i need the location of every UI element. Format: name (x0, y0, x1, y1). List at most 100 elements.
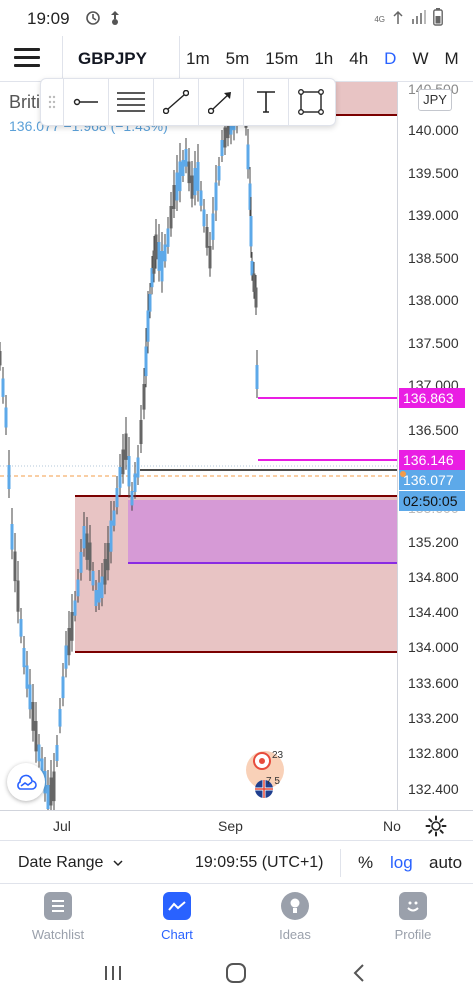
interval-1h[interactable]: 1h (314, 49, 333, 69)
candle-body (82, 526, 86, 549)
interval-w[interactable]: W (412, 49, 428, 69)
candle-body (133, 473, 137, 492)
chevron-down-icon (113, 860, 123, 867)
candle-body (112, 510, 116, 526)
candle-body (175, 172, 179, 201)
nav-label: Watchlist (31, 927, 85, 942)
price-tick: 133.200 (408, 710, 459, 726)
price-label-ray2: 136.146 (399, 450, 465, 470)
trend-line-tool[interactable] (153, 79, 198, 125)
candle-body (61, 676, 65, 699)
arrow-line-tool[interactable] (198, 79, 243, 125)
interval-m[interactable]: M (445, 49, 459, 69)
nav-ideas[interactable]: Ideas (245, 892, 345, 942)
cloud-sync-button[interactable] (7, 763, 45, 801)
home-icon (226, 963, 246, 983)
candle-body (55, 745, 59, 761)
text-tool[interactable] (243, 79, 288, 125)
fib-levels-tool[interactable] (108, 79, 153, 125)
candle-body (64, 645, 68, 669)
chart-settings-button[interactable] (425, 815, 447, 842)
battery-icon (433, 8, 443, 31)
time-tick: No (383, 818, 401, 834)
candle-body (254, 287, 258, 308)
price-tick: 132.400 (408, 781, 459, 797)
drag-handle-icon[interactable] (41, 79, 63, 125)
date-range-label: Date Range (18, 854, 104, 871)
menu-button[interactable] (14, 48, 40, 70)
chart-pane[interactable]: 23 7 5 (0, 82, 473, 810)
candle-body (121, 449, 125, 475)
order-block-zone (128, 500, 398, 563)
last-price-marker (400, 471, 406, 477)
candle-body (97, 582, 101, 603)
candle-body (73, 600, 77, 616)
timezone-clock[interactable]: 19:09:55 (UTC+1) (195, 854, 324, 872)
horizontal-ray-tool[interactable] (63, 79, 108, 125)
candle-body (16, 580, 20, 612)
candle-body (211, 213, 215, 240)
date-range-button[interactable]: Date Range (18, 854, 124, 872)
recording-icon (86, 11, 100, 30)
candle-body (136, 457, 140, 478)
sync-icon (108, 10, 122, 31)
candle-body (130, 491, 134, 506)
interval-5m[interactable]: 5m (226, 49, 250, 69)
candle-body (214, 182, 218, 211)
candle-body (34, 721, 38, 752)
log-scale-button[interactable]: log (390, 853, 413, 873)
candle-body (142, 384, 146, 410)
candle-body (181, 160, 185, 176)
interval-tabs: 1m 5m 15m 1h 4h D W M (186, 36, 473, 82)
candle-body (246, 144, 250, 170)
network-type: 4G (374, 15, 385, 24)
legend-symbol-name[interactable]: Briti (9, 92, 40, 113)
divider (340, 849, 341, 877)
interval-d[interactable]: D (384, 49, 396, 69)
interval-1m[interactable]: 1m (186, 49, 210, 69)
candle-body (178, 161, 182, 192)
back-button[interactable] (352, 963, 366, 988)
horizontal-ray-icon (73, 98, 98, 106)
rectangle-tool[interactable] (288, 79, 333, 125)
price-tick: 133.600 (408, 675, 459, 691)
candle-body (67, 628, 71, 656)
time-axis[interactable]: Jul Sep No (0, 810, 473, 840)
recent-apps-button[interactable] (103, 964, 123, 987)
candle-body (1, 378, 5, 397)
price-label-ray1: 136.863 (399, 388, 465, 408)
candle-body (103, 559, 107, 585)
time-tick: Jul (53, 818, 71, 834)
percent-scale-button[interactable]: % (358, 853, 373, 873)
candle-body (250, 261, 254, 276)
text-tool-icon (257, 91, 275, 113)
price-tick: 134.800 (408, 569, 459, 585)
nav-watchlist[interactable]: Watchlist (8, 892, 108, 942)
chart-canvas[interactable]: 23 7 5 (0, 82, 473, 810)
candle-body (70, 612, 74, 641)
candle-body (172, 185, 176, 209)
candle-body (28, 684, 32, 710)
candle-body (124, 433, 128, 460)
interval-4h[interactable]: 4h (349, 49, 368, 69)
nav-chart[interactable]: Chart (127, 892, 227, 942)
drawing-toolbar (40, 78, 336, 126)
candle-body (25, 665, 29, 689)
interval-15m[interactable]: 15m (265, 49, 298, 69)
fib-levels-icon (117, 92, 145, 112)
bar-countdown-label: 02:50:05 (399, 491, 465, 511)
system-navigation (0, 946, 473, 1000)
symbol-selector[interactable]: GBPJPY (62, 36, 180, 82)
nav-label: Chart (161, 927, 193, 942)
candle-body (127, 456, 131, 487)
nav-label: Profile (394, 927, 432, 942)
price-tick: 137.500 (408, 335, 459, 351)
price-tick: 136.500 (408, 422, 459, 438)
auto-scale-button[interactable]: auto (429, 853, 462, 873)
price-tick: 132.800 (408, 745, 459, 761)
currency-badge[interactable]: JPY (418, 89, 452, 111)
candle-body (190, 175, 194, 199)
svg-text:23: 23 (272, 750, 284, 761)
nav-profile[interactable]: Profile (363, 892, 463, 942)
home-button[interactable] (225, 963, 247, 988)
